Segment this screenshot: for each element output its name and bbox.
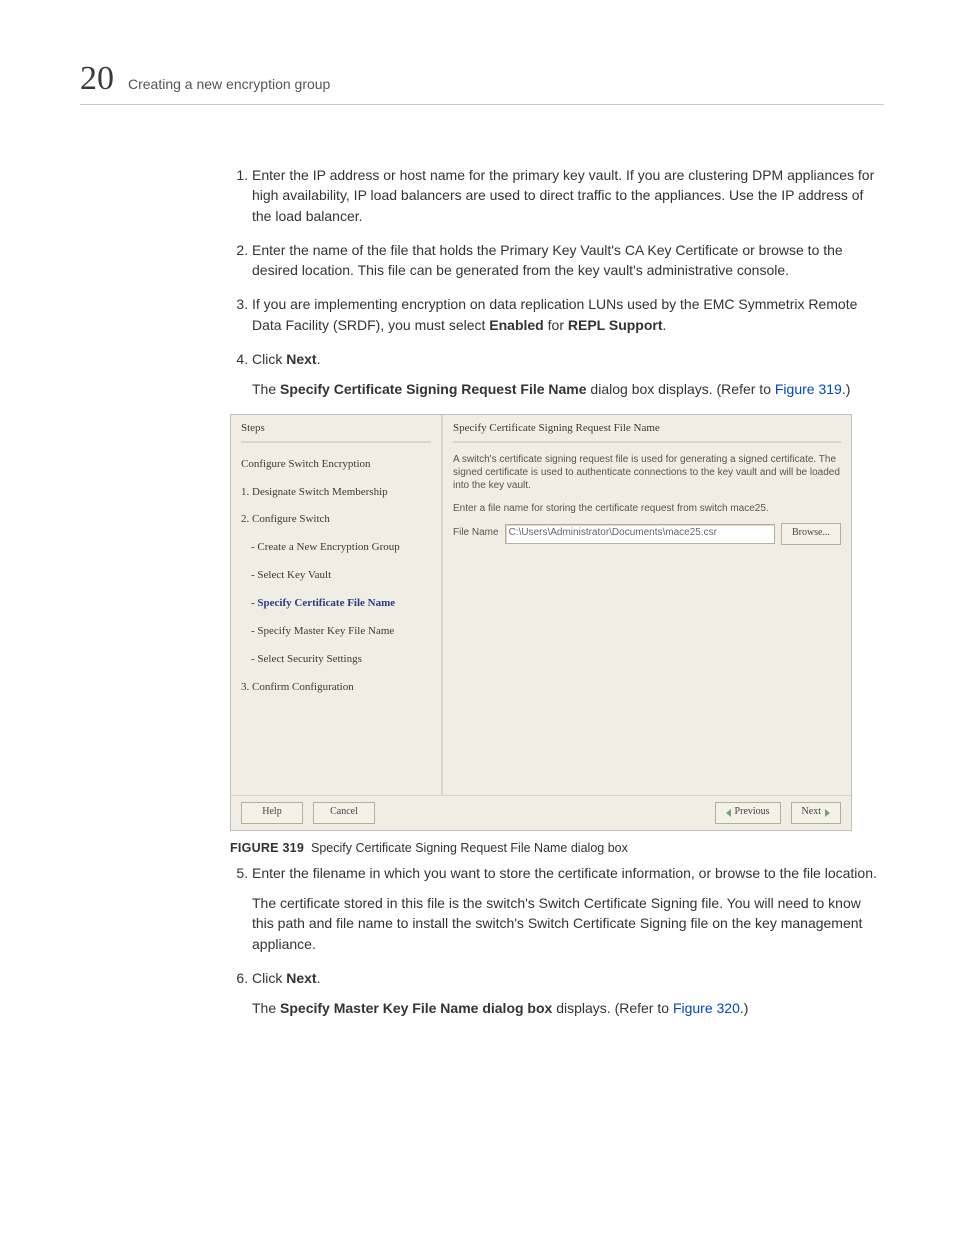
wizard-step-2: 2. Configure Switch — [241, 512, 431, 528]
wizard-steps-panel: Steps Configure Switch Encryption 1. Des… — [231, 415, 443, 795]
chevron-left-icon — [726, 809, 731, 817]
step-1-text: Enter the IP address or host name for th… — [252, 167, 874, 224]
dialog-footer: Help Cancel Previous Next — [231, 795, 851, 830]
step-4: Click Next. The Specify Certificate Sign… — [252, 349, 884, 400]
wizard-heading: Configure Switch Encryption — [241, 457, 431, 473]
enabled-keyword: Enabled — [489, 317, 543, 333]
step-5: Enter the filename in which you want to … — [252, 863, 884, 954]
next-keyword: Next — [286, 351, 316, 367]
dialog-description-1: A switch's certificate signing request f… — [453, 453, 841, 492]
file-name-label: File Name — [453, 526, 499, 541]
dialog-content-panel: Specify Certificate Signing Request File… — [443, 415, 851, 795]
step-5-text: Enter the filename in which you want to … — [252, 865, 877, 881]
figure-320-link[interactable]: Figure 320 — [673, 1000, 740, 1016]
step-6-result: The Specify Master Key File Name dialog … — [252, 998, 884, 1018]
wizard-sub-cert-file-current: - Specify Certificate File Name — [251, 596, 431, 612]
figure-319: Steps Configure Switch Encryption 1. Des… — [230, 414, 884, 857]
dialog-description-2: Enter a file name for storing the certif… — [453, 502, 841, 515]
chevron-right-icon — [825, 809, 830, 817]
wizard-sub-master-key: - Specify Master Key File Name — [251, 624, 431, 640]
step-3-for: for — [544, 317, 568, 333]
previous-button[interactable]: Previous — [715, 802, 781, 824]
repl-keyword: REPL Support — [568, 317, 663, 333]
figure-319-link[interactable]: Figure 319 — [775, 381, 842, 397]
file-name-input[interactable]: C:\Users\Administrator\Documents\mace25.… — [505, 524, 775, 544]
step-6: Click Next. The Specify Master Key File … — [252, 968, 884, 1019]
dialog-title: Specify Certificate Signing Request File… — [453, 421, 841, 443]
next-button[interactable]: Next — [791, 802, 841, 824]
cancel-button[interactable]: Cancel — [313, 802, 375, 824]
step-3: If you are implementing encryption on da… — [252, 294, 884, 335]
step-6-click: Click — [252, 970, 286, 986]
wizard-step-1: 1. Designate Switch Membership — [241, 485, 431, 501]
chapter-title: Creating a new encryption group — [128, 76, 330, 92]
procedure-list-continued: Enter the filename in which you want to … — [230, 863, 884, 1019]
figure-319-caption: FIGURE 319 Specify Certificate Signing R… — [230, 839, 884, 857]
step-2-text: Enter the name of the file that holds th… — [252, 242, 843, 278]
chapter-number: 20 — [80, 60, 114, 98]
wizard-sub-select-vault: - Select Key Vault — [251, 568, 431, 584]
step-1: Enter the IP address or host name for th… — [252, 165, 884, 226]
wizard-sub-security: - Select Security Settings — [251, 652, 431, 668]
dialog-box: Steps Configure Switch Encryption 1. Des… — [230, 414, 852, 831]
step-4-click: Click — [252, 351, 286, 367]
main-content: Enter the IP address or host name for th… — [230, 165, 884, 1019]
steps-header: Steps — [241, 421, 431, 443]
wizard-step-3: 3. Confirm Configuration — [241, 680, 431, 696]
wizard-sub-create-group: - Create a New Encryption Group — [251, 540, 431, 556]
step-2: Enter the name of the file that holds th… — [252, 240, 884, 281]
page-header: 20 Creating a new encryption group — [80, 60, 884, 105]
next-keyword-2: Next — [286, 970, 316, 986]
help-button[interactable]: Help — [241, 802, 303, 824]
step-4-result: The Specify Certificate Signing Request … — [252, 379, 884, 399]
procedure-list: Enter the IP address or host name for th… — [230, 165, 884, 400]
step-5-sub: The certificate stored in this file is t… — [252, 893, 884, 954]
browse-button[interactable]: Browse... — [781, 523, 841, 545]
